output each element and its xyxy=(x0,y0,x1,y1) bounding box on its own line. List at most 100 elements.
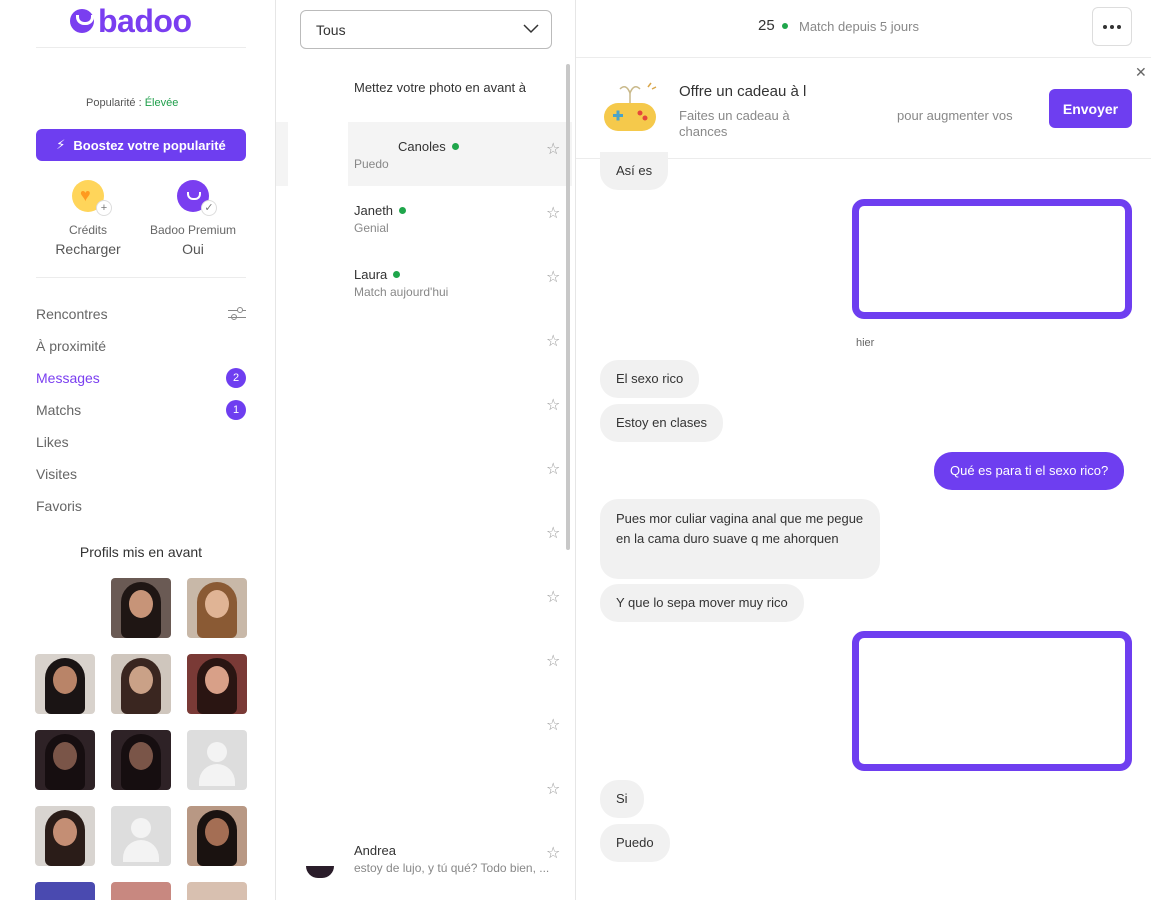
conversation-item[interactable]: Andrea estoy de lujo, y tú qué? Todo bie… xyxy=(348,826,572,890)
heart-icon: + xyxy=(72,180,112,216)
nav-matchs[interactable]: Matchs 1 xyxy=(36,398,246,422)
conversation-name: Andrea xyxy=(354,843,396,858)
conversation-preview: estoy de lujo, y tú qué? Todo bien, ... xyxy=(354,861,550,875)
online-indicator xyxy=(451,143,459,150)
badoo-logo[interactable]: badoo xyxy=(70,3,192,39)
gift-banner: Offre un cadeau à l Faites un cadeau à c… xyxy=(576,59,1151,159)
popularity-value: Élevée xyxy=(144,97,179,109)
divider xyxy=(36,47,246,48)
star-icon[interactable]: ☆ xyxy=(546,462,562,478)
message-incoming: Así es xyxy=(600,152,669,190)
featured-profile-thumb[interactable] xyxy=(111,882,171,900)
gift-subtitle: Faites un cadeau à chances xyxy=(679,108,790,139)
star-icon[interactable]: ☆ xyxy=(546,334,562,350)
featured-profile-thumb[interactable] xyxy=(35,882,95,900)
chat-header: 25 Match depuis 5 jours xyxy=(576,0,1151,58)
featured-profile-placeholder[interactable] xyxy=(111,806,171,866)
conversation-list: Tous Mettez votre photo en avant à Canol… xyxy=(276,0,576,900)
conversation-avatar[interactable] xyxy=(306,866,334,878)
message-outgoing: Qué es para ti el sexo rico? xyxy=(934,452,1125,490)
nav-label: Favoris xyxy=(36,498,82,514)
credits-recharge[interactable]: Recharger xyxy=(38,241,138,257)
nav-label: Rencontres xyxy=(36,306,108,322)
conversation-item[interactable]: Laura Match aujourd'hui xyxy=(348,250,572,314)
featured-profile-thumb[interactable] xyxy=(111,578,171,638)
conversation-preview: Match aujourd'hui xyxy=(354,285,449,299)
more-options-button[interactable] xyxy=(1092,7,1132,46)
popularity-status: Popularité : Élevée xyxy=(86,97,178,109)
image-message-outgoing[interactable] xyxy=(852,199,1132,319)
star-icon[interactable]: ☆ xyxy=(546,398,562,414)
filter-icon[interactable] xyxy=(228,305,246,323)
boost-popularity-button[interactable]: ⚡ Boostez votre popularité xyxy=(36,129,246,161)
nav-messages[interactable]: Messages 2 xyxy=(36,366,246,390)
nav-label: Matchs xyxy=(36,402,82,418)
featured-profile-thumb[interactable] xyxy=(187,806,247,866)
featured-profile-thumb[interactable] xyxy=(187,654,247,714)
message-incoming: Puedo xyxy=(600,824,670,862)
chat-panel: 25 Match depuis 5 jours Offre un cadeau … xyxy=(576,0,1151,900)
nav-proximite[interactable]: À proximité xyxy=(36,334,246,358)
star-icon[interactable]: ☆ xyxy=(546,846,562,862)
featured-profile-thumb[interactable] xyxy=(35,730,95,790)
more-icon xyxy=(1103,24,1107,29)
send-gift-button[interactable]: Envoyer xyxy=(1049,89,1132,128)
user-avatar[interactable] xyxy=(26,59,81,121)
gamepad-icon xyxy=(604,82,657,131)
selection-band xyxy=(276,122,288,186)
featured-profile-placeholder[interactable] xyxy=(187,730,247,790)
message-incoming: Y que lo sepa mover muy rico xyxy=(600,584,804,622)
star-icon[interactable]: ☆ xyxy=(546,782,562,798)
image-message-outgoing[interactable] xyxy=(852,631,1132,771)
conversation-list-scrollbar[interactable] xyxy=(566,64,570,550)
user-name xyxy=(80,71,140,91)
messages-count-badge: 2 xyxy=(226,368,246,388)
star-icon[interactable]: ☆ xyxy=(546,590,562,606)
featured-profile-thumb[interactable] xyxy=(35,654,95,714)
conversation-filter-select[interactable]: Tous xyxy=(300,10,552,49)
nav-likes[interactable]: Likes xyxy=(36,430,246,454)
featured-profile-thumb[interactable] xyxy=(35,806,95,866)
premium-title: Badoo Premium xyxy=(149,223,237,237)
online-indicator xyxy=(782,23,788,29)
nav-label: Likes xyxy=(36,434,69,450)
nav-label: Visites xyxy=(36,466,77,482)
featured-profile-thumb[interactable] xyxy=(25,572,106,650)
premium-icon: ✓ xyxy=(177,180,217,216)
nav-visites[interactable]: Visites xyxy=(36,462,246,486)
online-indicator xyxy=(399,207,407,214)
bolt-icon: ⚡ xyxy=(56,137,66,152)
featured-profile-thumb[interactable] xyxy=(111,654,171,714)
star-icon[interactable]: ☆ xyxy=(546,654,562,670)
star-icon[interactable]: ☆ xyxy=(546,718,562,734)
nav-rencontres[interactable]: Rencontres xyxy=(36,302,246,326)
boost-label: Boostez votre popularité xyxy=(73,137,226,153)
credits-feature[interactable]: + Crédits Recharger xyxy=(38,180,138,257)
star-icon[interactable]: ☆ xyxy=(546,270,562,286)
sidebar: badoo Popularité : Élevée ⚡ Boostez votr… xyxy=(0,0,276,900)
nav-favoris[interactable]: Favoris xyxy=(36,494,246,518)
star-icon[interactable]: ☆ xyxy=(546,206,562,222)
day-separator: hier xyxy=(856,337,875,349)
conversation-item[interactable]: Janeth Genial xyxy=(348,186,572,250)
star-icon[interactable]: ☆ xyxy=(546,526,562,542)
close-icon[interactable]: ✕ xyxy=(1135,64,1147,81)
contact-age: 25 xyxy=(758,17,775,34)
photo-promo-text[interactable]: Mettez votre photo en avant à xyxy=(354,80,526,95)
online-indicator xyxy=(393,271,401,278)
conversation-name: Laura xyxy=(354,267,388,282)
featured-profile-thumb[interactable] xyxy=(187,578,247,638)
conversation-item[interactable]: Canoles Puedo xyxy=(348,122,572,186)
message-incoming: Si xyxy=(600,780,644,818)
conversation-name: Canoles xyxy=(398,139,446,154)
conversation-preview: Puedo xyxy=(354,157,389,171)
featured-profile-thumb[interactable] xyxy=(111,730,171,790)
popularity-label: Popularité : xyxy=(86,97,145,109)
divider xyxy=(36,277,246,278)
premium-feature[interactable]: ✓ Badoo Premium Oui xyxy=(143,180,243,257)
star-icon[interactable]: ☆ xyxy=(546,142,562,158)
featured-profile-thumb[interactable] xyxy=(187,882,247,900)
badoo-logo-text: badoo xyxy=(98,3,192,39)
badoo-logo-icon xyxy=(70,9,94,33)
plus-icon: + xyxy=(96,200,112,216)
